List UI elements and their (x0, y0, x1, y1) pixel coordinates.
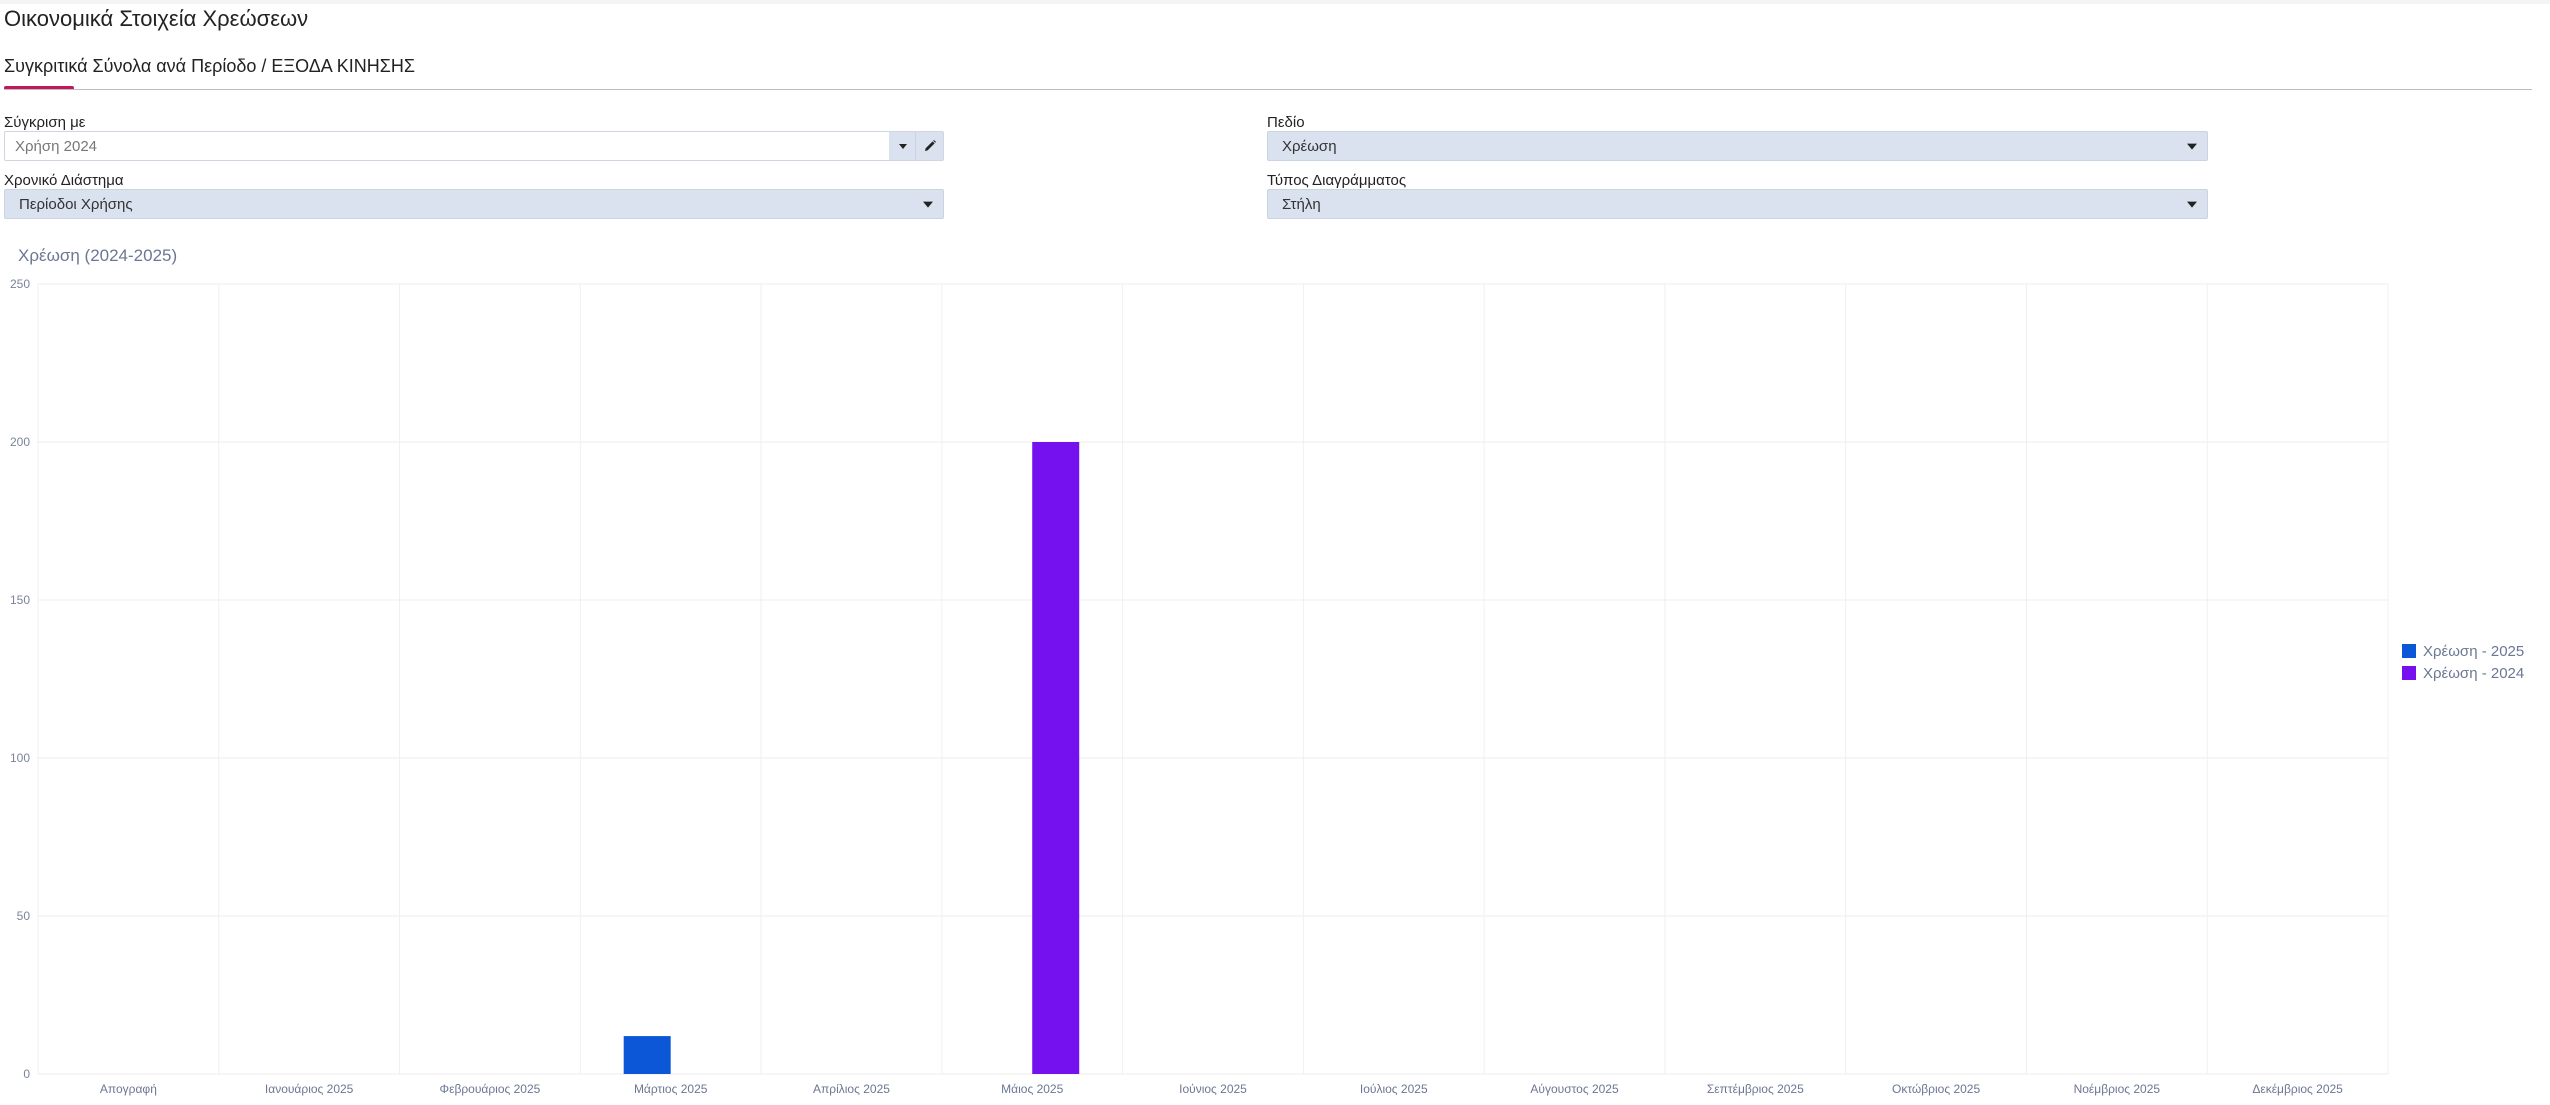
bar[interactable] (1032, 442, 1080, 1074)
period-value: Περίοδοι Χρήσης (19, 195, 133, 213)
legend-swatch (2402, 666, 2416, 680)
y-tick-label: 150 (10, 593, 30, 607)
x-tick-label: Νοέμβριος 2025 (2074, 1082, 2161, 1096)
y-tick-label: 0 (23, 1067, 30, 1081)
pencil-icon (924, 140, 936, 151)
chart-legend: Χρέωση - 2025 Χρέωση - 2024 (2402, 643, 2524, 682)
y-tick-label: 200 (10, 435, 30, 449)
x-tick-label: Φεβρουάριος 2025 (440, 1082, 541, 1096)
section-divider (4, 89, 2532, 90)
x-tick-label: Απρίλιος 2025 (813, 1082, 890, 1096)
x-tick-label: Σεπτέμβριος 2025 (1707, 1082, 1804, 1096)
x-tick-label: Μάιος 2025 (1001, 1082, 1063, 1096)
chart-grid (37, 283, 2389, 1075)
x-tick-label: Ιούλιος 2025 (1360, 1082, 1428, 1096)
legend-label[interactable]: Χρέωση - 2024 (2423, 665, 2524, 682)
x-tick-label: Αύγουστος 2025 (1530, 1082, 1619, 1096)
compare-value: Χρήση 2024 (15, 137, 98, 155)
chevron-down-icon (2187, 201, 2197, 208)
bar-chart: Χρέωση (2024-2025) 0 50 100 150 200 250 Απογρ… (10, 246, 2524, 1096)
chevron-down-icon (2187, 143, 2197, 150)
legend-label[interactable]: Χρέωση - 2025 (2423, 643, 2524, 660)
field-value: Χρέωση (1282, 137, 1337, 155)
chevron-down-icon (898, 143, 907, 149)
x-axis-labels: Απογραφή Ιανουάριος 2025 Φεβρουάριος 2025 Μ… (100, 1082, 2343, 1096)
compare-lookup[interactable]: Χρήση 2024 (4, 131, 944, 161)
period-select[interactable]: Περίοδοι Χρήσης (4, 189, 944, 219)
x-tick-label: Ιούνιος 2025 (1179, 1082, 1247, 1096)
bar[interactable] (623, 1036, 671, 1074)
legend-swatch (2402, 644, 2416, 658)
chevron-down-icon (923, 201, 933, 208)
period-label: Χρονικό Διάστημα (4, 172, 124, 189)
x-tick-label: Δεκέμβριος 2025 (2252, 1082, 2343, 1096)
y-axis-labels: 0 50 100 150 200 250 (10, 277, 30, 1081)
compare-edit-button[interactable] (915, 132, 943, 160)
x-tick-label: Απογραφή (100, 1082, 157, 1096)
y-tick-label: 100 (10, 751, 30, 765)
field-label: Πεδίο (1267, 114, 1305, 131)
charttype-label: Τύπος Διαγράμματος (1267, 172, 1407, 189)
y-tick-label: 50 (17, 909, 31, 923)
top-bar (0, 0, 2550, 4)
x-tick-label: Μάρτιος 2025 (634, 1082, 708, 1096)
x-tick-label: Ιανουάριος 2025 (265, 1082, 354, 1096)
compare-dropdown-button[interactable] (889, 132, 916, 160)
compare-label: Σύγκριση με (4, 114, 86, 131)
field-select[interactable]: Χρέωση (1267, 131, 2208, 161)
x-tick-label: Οκτώβριος 2025 (1892, 1082, 1980, 1096)
chart-title: Χρέωση (2024-2025) (18, 246, 177, 265)
charttype-select[interactable]: Στήλη (1267, 189, 2208, 219)
section-tab-title[interactable]: Συγκριτικά Σύνολα ανά Περίοδο / ΕΞΟΔΑ ΚΙ… (4, 56, 415, 77)
y-tick-label: 250 (10, 277, 30, 291)
charttype-value: Στήλη (1282, 195, 1321, 213)
page-title: Οικονομικά Στοιχεία Χρεώσεων (4, 6, 309, 31)
